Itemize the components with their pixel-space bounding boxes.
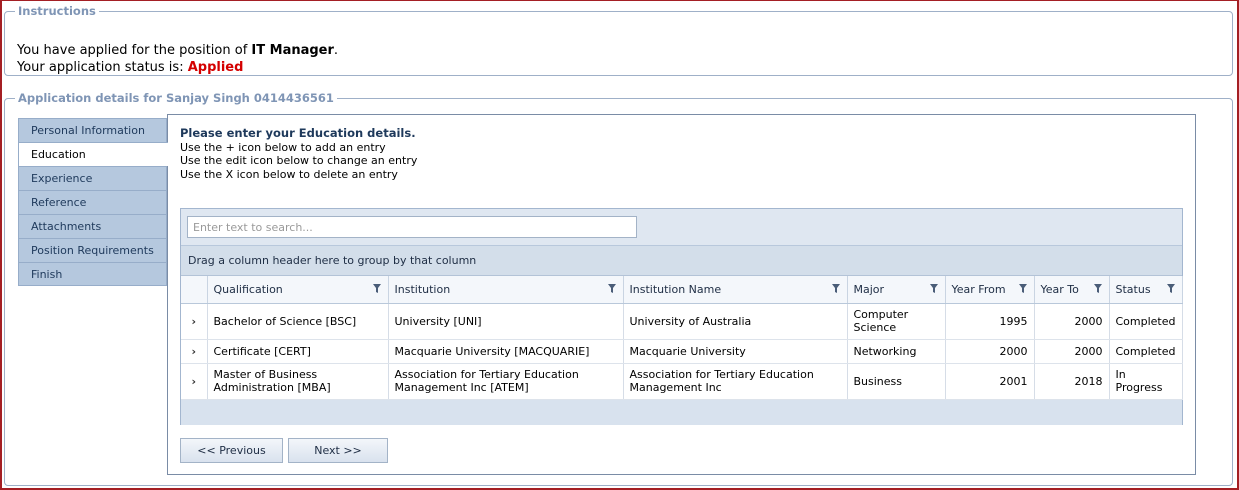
column-header-year-from[interactable]: Year From <box>945 276 1035 304</box>
applied-position-prefix: You have applied for the position of <box>17 43 252 58</box>
cell-qualification: Master of Business Administration [MBA] <box>207 363 389 400</box>
table-row[interactable]: › Master of Business Administration [MBA… <box>181 363 1183 400</box>
table-header-row: Qualification Institution Institution Na… <box>181 276 1183 304</box>
expand-row-icon[interactable]: › <box>181 363 208 400</box>
expand-column-header <box>181 276 208 304</box>
position-name: IT Manager <box>251 43 334 58</box>
column-header-label: Institution <box>394 282 451 296</box>
expand-row-icon[interactable]: › <box>181 339 208 364</box>
cell-institution: Association for Tertiary Education Manag… <box>388 363 624 400</box>
funnel-icon[interactable] <box>831 284 840 293</box>
column-header-major[interactable]: Major <box>847 276 946 304</box>
grid-search-bar <box>181 209 1182 246</box>
funnel-icon[interactable] <box>372 284 381 293</box>
cell-year-to: 2000 <box>1034 339 1110 364</box>
education-hint-delete: Use the X icon below to delete an entry <box>180 167 398 181</box>
cell-year-to: 2018 <box>1034 363 1110 400</box>
cell-qualification: Bachelor of Science [BSC] <box>207 303 389 340</box>
education-content-panel: Please enter your Education details. Use… <box>167 114 1196 475</box>
table-row[interactable]: › Bachelor of Science [BSC] University [… <box>181 303 1183 340</box>
column-header-label: Year From <box>951 282 1006 296</box>
grid-footer <box>181 399 1182 425</box>
education-table: Qualification Institution Institution Na… <box>181 276 1183 400</box>
column-header-label: Institution Name <box>629 282 722 296</box>
education-title: Please enter your Education details. <box>180 126 416 140</box>
education-hint-edit: Use the edit icon below to change an ent… <box>180 154 418 167</box>
tab-experience[interactable]: Experience <box>18 166 167 190</box>
column-header-institution[interactable]: Institution <box>388 276 624 304</box>
column-header-label: Qualification <box>213 282 283 296</box>
grid-search-input[interactable] <box>187 216 637 238</box>
funnel-icon[interactable] <box>1166 284 1175 293</box>
funnel-icon[interactable] <box>1093 284 1102 293</box>
previous-button[interactable]: << Previous <box>180 438 283 463</box>
application-status-value: Applied <box>187 60 244 75</box>
cell-institution-name: Macquarie University <box>623 339 848 364</box>
cell-status: Completed <box>1109 339 1183 364</box>
tab-finish[interactable]: Finish <box>18 262 167 286</box>
column-header-label: Major <box>853 282 885 296</box>
cell-year-from: 2000 <box>945 339 1035 364</box>
cell-institution-name: Association for Tertiary Education Manag… <box>623 363 848 400</box>
cell-institution: Macquarie University [MACQUARIE] <box>388 339 624 364</box>
tab-attachments[interactable]: Attachments <box>18 214 167 238</box>
cell-status: Completed <box>1109 303 1183 340</box>
section-tabs: Personal Information Education Experienc… <box>18 118 168 286</box>
tab-education[interactable]: Education <box>18 142 168 166</box>
column-header-label: Status <box>1115 282 1151 296</box>
group-by-panel[interactable]: Drag a column header here to group by th… <box>181 246 1182 276</box>
column-header-label: Year To <box>1040 282 1079 296</box>
next-button[interactable]: Next >> <box>288 438 388 463</box>
applied-position-line: You have applied for the position of IT … <box>17 42 338 59</box>
education-instructions: Please enter your Education details. Use… <box>180 126 418 181</box>
cell-year-to: 2000 <box>1034 303 1110 340</box>
column-header-qualification[interactable]: Qualification <box>207 276 389 304</box>
cell-year-from: 1995 <box>945 303 1035 340</box>
funnel-icon[interactable] <box>1018 284 1027 293</box>
cell-major: Business <box>847 363 946 400</box>
cell-institution: University [UNI] <box>388 303 624 340</box>
cell-year-from: 2001 <box>945 363 1035 400</box>
applied-position-suffix: . <box>333 43 339 58</box>
tab-reference[interactable]: Reference <box>18 190 167 214</box>
table-row[interactable]: › Certificate [CERT] Macquarie Universit… <box>181 339 1183 364</box>
cell-qualification: Certificate [CERT] <box>207 339 389 364</box>
cell-institution-name: University of Australia <box>623 303 848 340</box>
application-status-line: Your application status is: Applied <box>17 59 338 76</box>
instructions-text: You have applied for the position of IT … <box>17 42 338 76</box>
cell-major: Networking <box>847 339 946 364</box>
funnel-icon[interactable] <box>929 284 938 293</box>
tab-personal-information[interactable]: Personal Information <box>18 118 167 142</box>
instructions-legend: Instructions <box>18 4 96 18</box>
cell-major: Computer Science <box>847 303 946 340</box>
education-hint-add: Use the + icon below to add an entry <box>180 140 386 154</box>
column-header-institution-name[interactable]: Institution Name <box>623 276 848 304</box>
tab-position-requirements[interactable]: Position Requirements <box>18 238 167 262</box>
education-grid: Drag a column header here to group by th… <box>180 208 1183 425</box>
expand-row-icon[interactable]: › <box>181 303 208 340</box>
cell-status: In Progress <box>1109 363 1183 400</box>
application-details-legend: Application details for Sanjay Singh 041… <box>18 91 334 105</box>
application-status-prefix: Your application status is: <box>17 60 188 75</box>
instructions-panel: Instructions You have applied for the po… <box>4 4 1233 76</box>
funnel-icon[interactable] <box>607 284 616 293</box>
column-header-status[interactable]: Status <box>1109 276 1183 304</box>
column-header-year-to[interactable]: Year To <box>1034 276 1110 304</box>
